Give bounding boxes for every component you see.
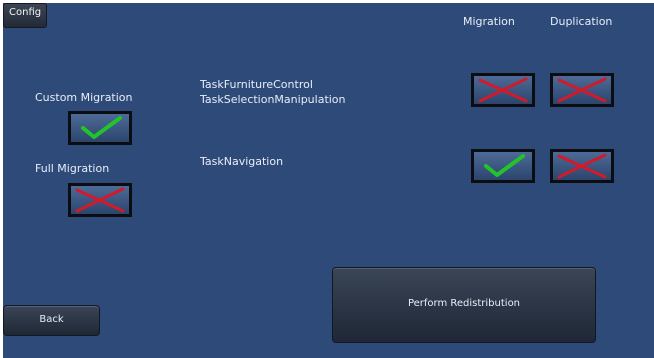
task-2-migration-checkbox[interactable] — [471, 149, 535, 183]
migration-column-header: Migration — [463, 15, 515, 28]
cross-icon — [478, 77, 528, 103]
task-1-duplication-checkbox[interactable] — [550, 73, 614, 107]
task-navigation-label: TaskNavigation — [200, 155, 284, 168]
custom-migration-label: Custom Migration — [35, 91, 133, 104]
task-1-migration-checkbox[interactable] — [471, 73, 535, 107]
cross-icon — [557, 153, 607, 179]
full-migration-label: Full Migration — [35, 162, 110, 175]
cross-icon — [557, 77, 607, 103]
redistribution-screen: Config Migration Duplication Custom Migr… — [3, 3, 654, 358]
back-button[interactable]: Back — [3, 305, 100, 336]
perform-redistribution-button[interactable]: Perform Redistribution — [332, 267, 596, 343]
full-migration-checkbox[interactable] — [68, 183, 132, 217]
task-furniture-control-label: TaskFurnitureControl — [200, 78, 313, 91]
check-icon — [484, 154, 525, 177]
check-icon — [81, 116, 122, 139]
duplication-column-header: Duplication — [550, 15, 613, 28]
cross-icon — [75, 187, 125, 213]
task-selection-manipulation-label: TaskSelectionManipulation — [200, 93, 346, 106]
task-2-duplication-checkbox[interactable] — [550, 149, 614, 183]
custom-migration-checkbox[interactable] — [68, 111, 132, 145]
config-button[interactable]: Config — [3, 3, 47, 28]
